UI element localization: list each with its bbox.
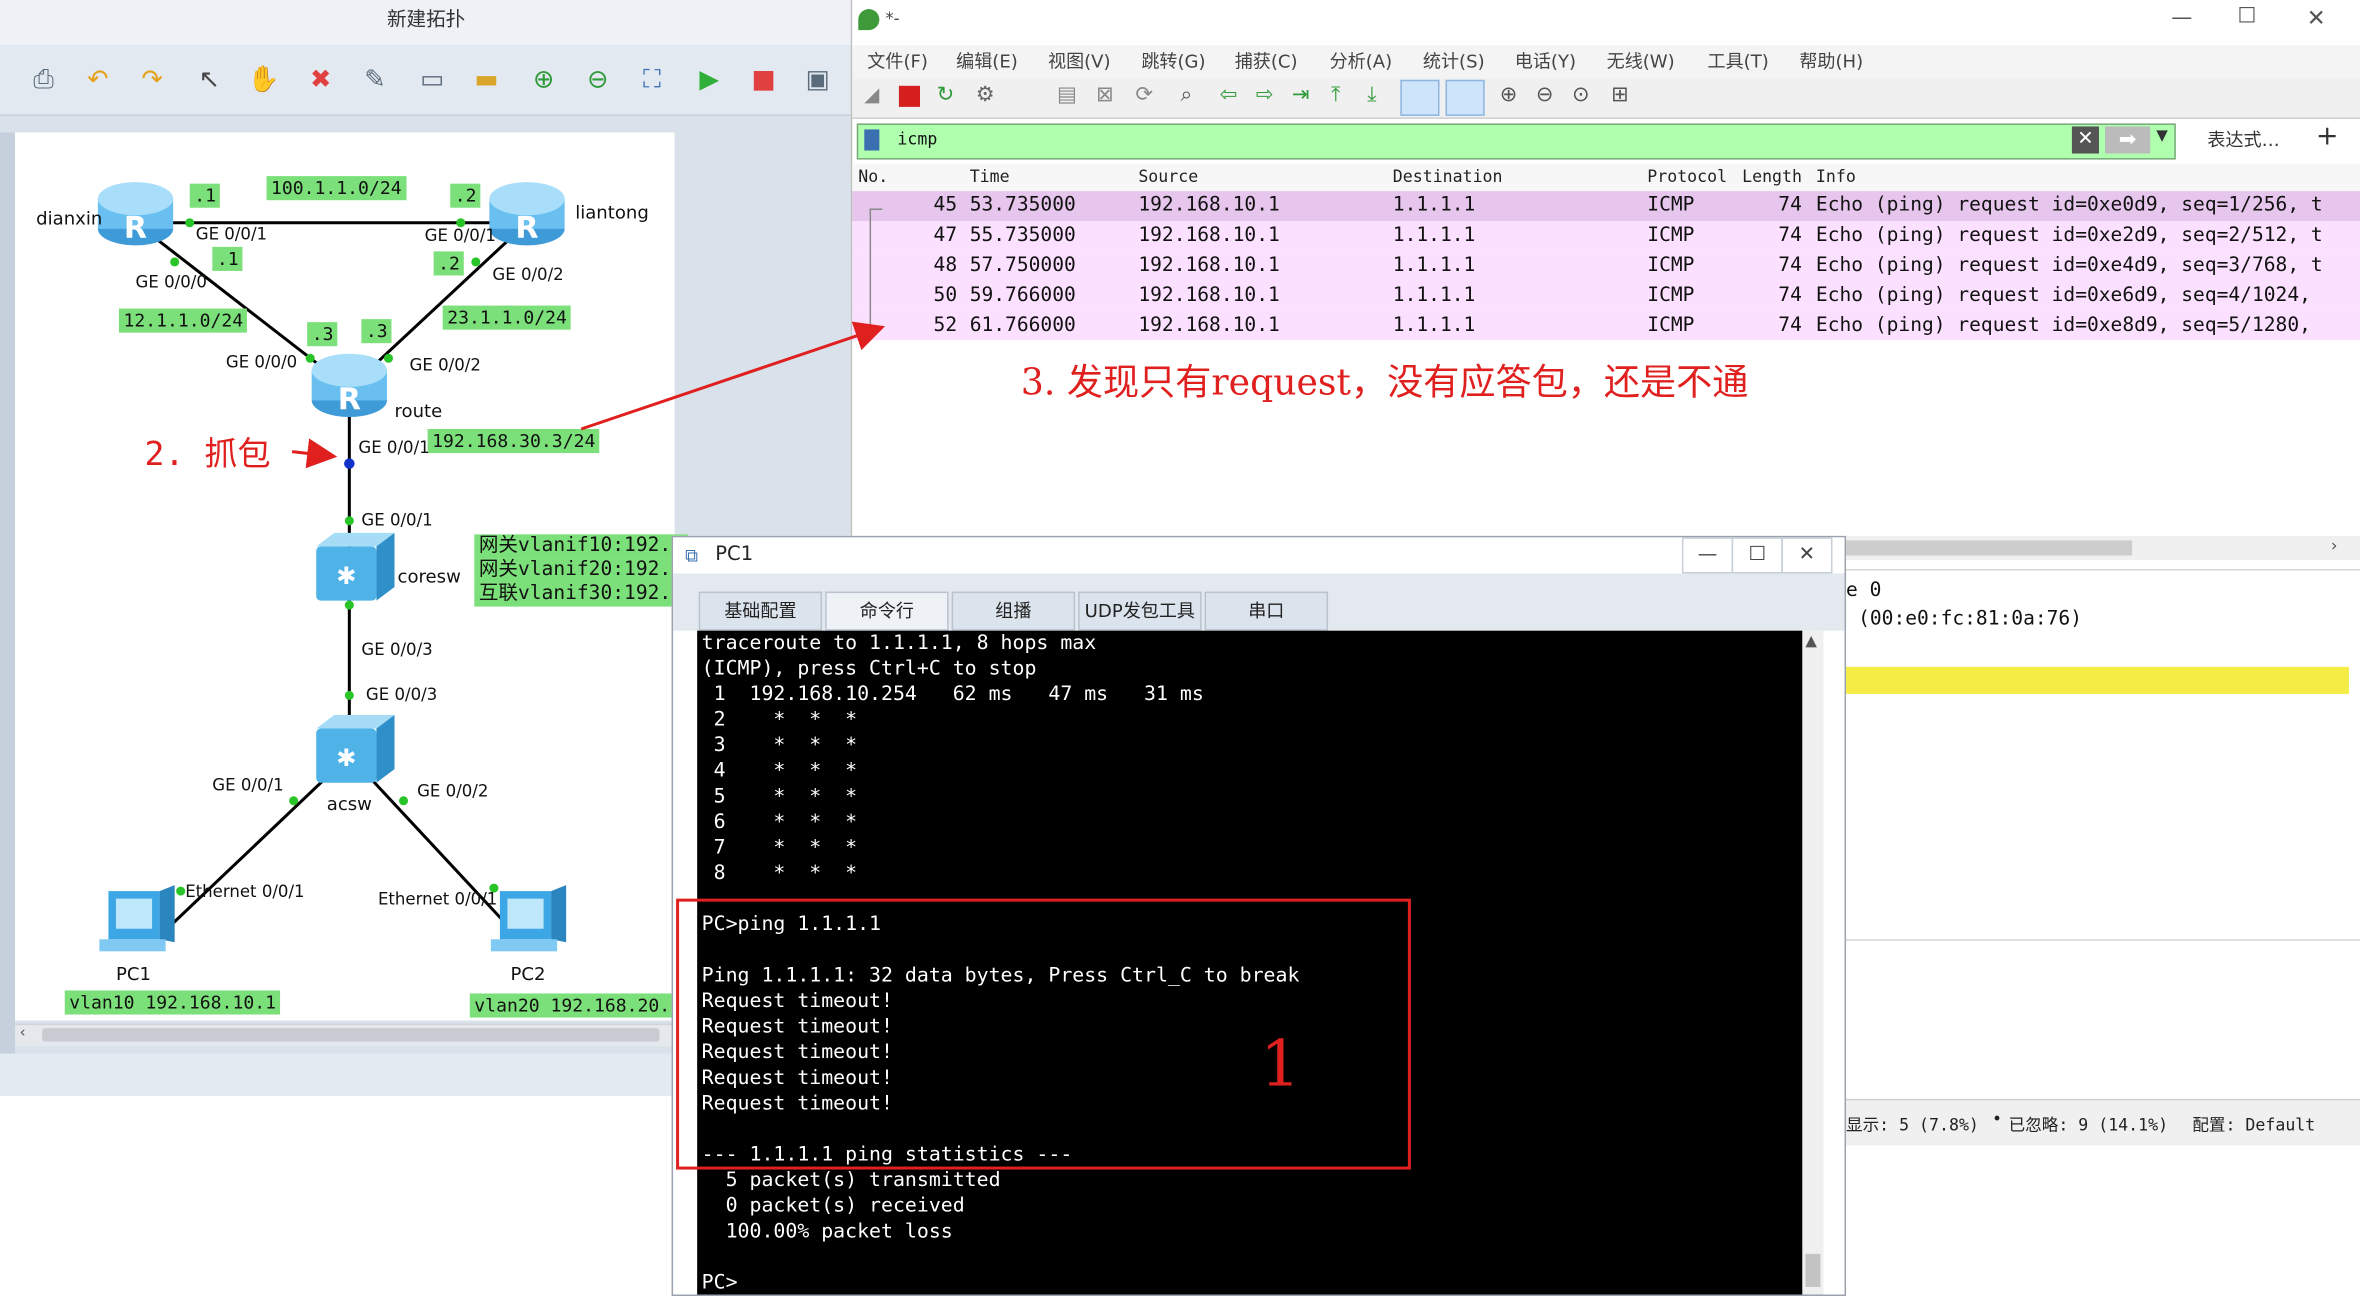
arrow-to-capture-point <box>291 438 338 469</box>
arrow-to-packets <box>580 321 886 431</box>
annotation-arrows <box>291 321 886 469</box>
